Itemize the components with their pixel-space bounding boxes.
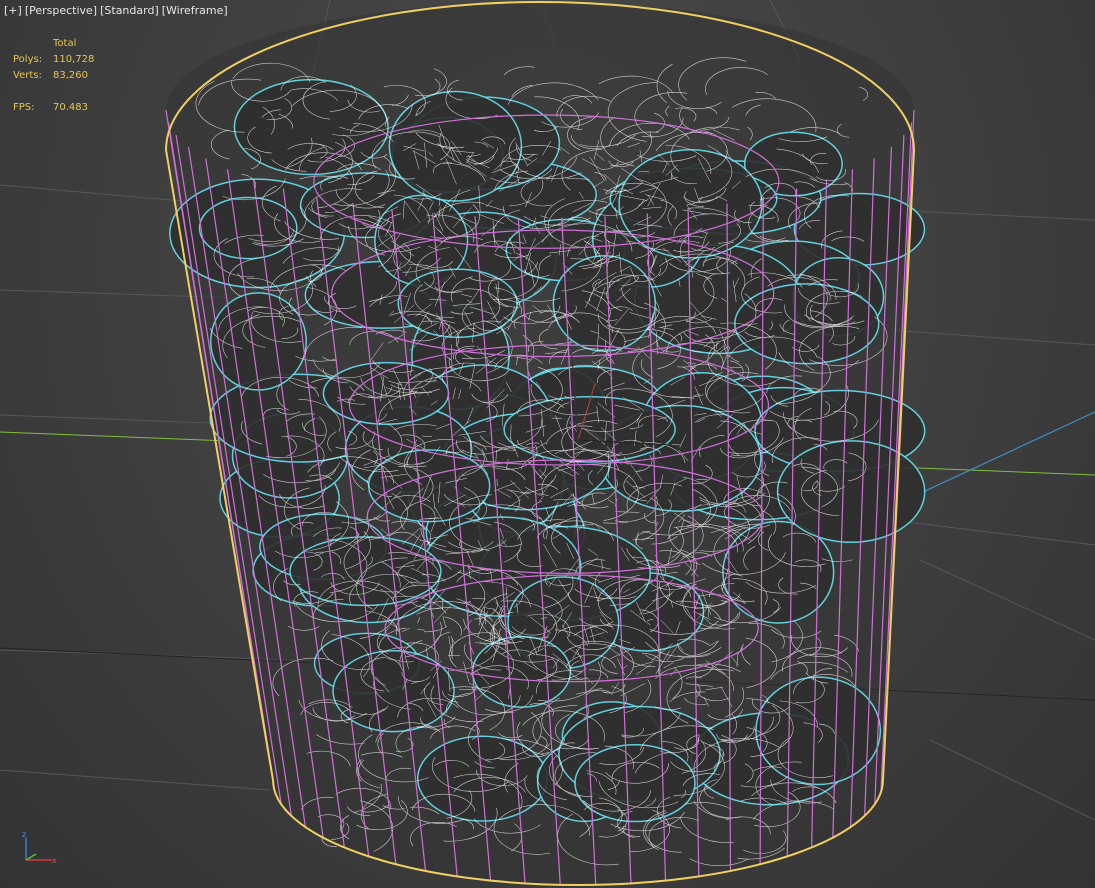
stats-header: Total	[53, 38, 77, 49]
grid-line	[919, 559, 1095, 641]
axis-x-label: x	[52, 856, 57, 865]
grid-line	[889, 519, 1095, 546]
polys-value: 110,728	[53, 54, 95, 65]
axis-z-label: z	[22, 830, 26, 839]
grid-line	[0, 769, 271, 791]
verts-label: Verts:	[13, 70, 42, 81]
3d-viewport[interactable]: [+] [Perspective] [Standard] [Wireframe] To…	[0, 0, 1095, 888]
viewport-label-menu: [+] [Perspective] [Standard] [Wireframe]	[4, 4, 231, 17]
grid-line	[889, 329, 1095, 346]
fps-value: 70.483	[53, 102, 88, 113]
verts-value: 83,260	[53, 70, 88, 81]
viewport-shading-standard-menu[interactable]: [Standard]	[100, 4, 159, 17]
stone	[233, 78, 389, 176]
grid-line	[929, 739, 1095, 821]
viewport-shading-mode-menu[interactable]: [Wireframe]	[162, 4, 228, 17]
stone	[198, 196, 298, 260]
scene-canvas[interactable]	[0, 0, 1095, 888]
axis-triad-icon: z x	[22, 830, 57, 865]
stone	[755, 676, 882, 786]
statistics-overlay: Total Polys: 110,728 Verts: 83,260 FPS: 70.…	[13, 36, 94, 116]
stone	[776, 440, 926, 544]
viewport-view-menu[interactable]: [Perspective]	[25, 4, 97, 17]
polys-label: Polys:	[13, 54, 43, 65]
fps-label: FPS:	[13, 102, 35, 113]
viewport-general-menu[interactable]: [+]	[4, 4, 22, 17]
